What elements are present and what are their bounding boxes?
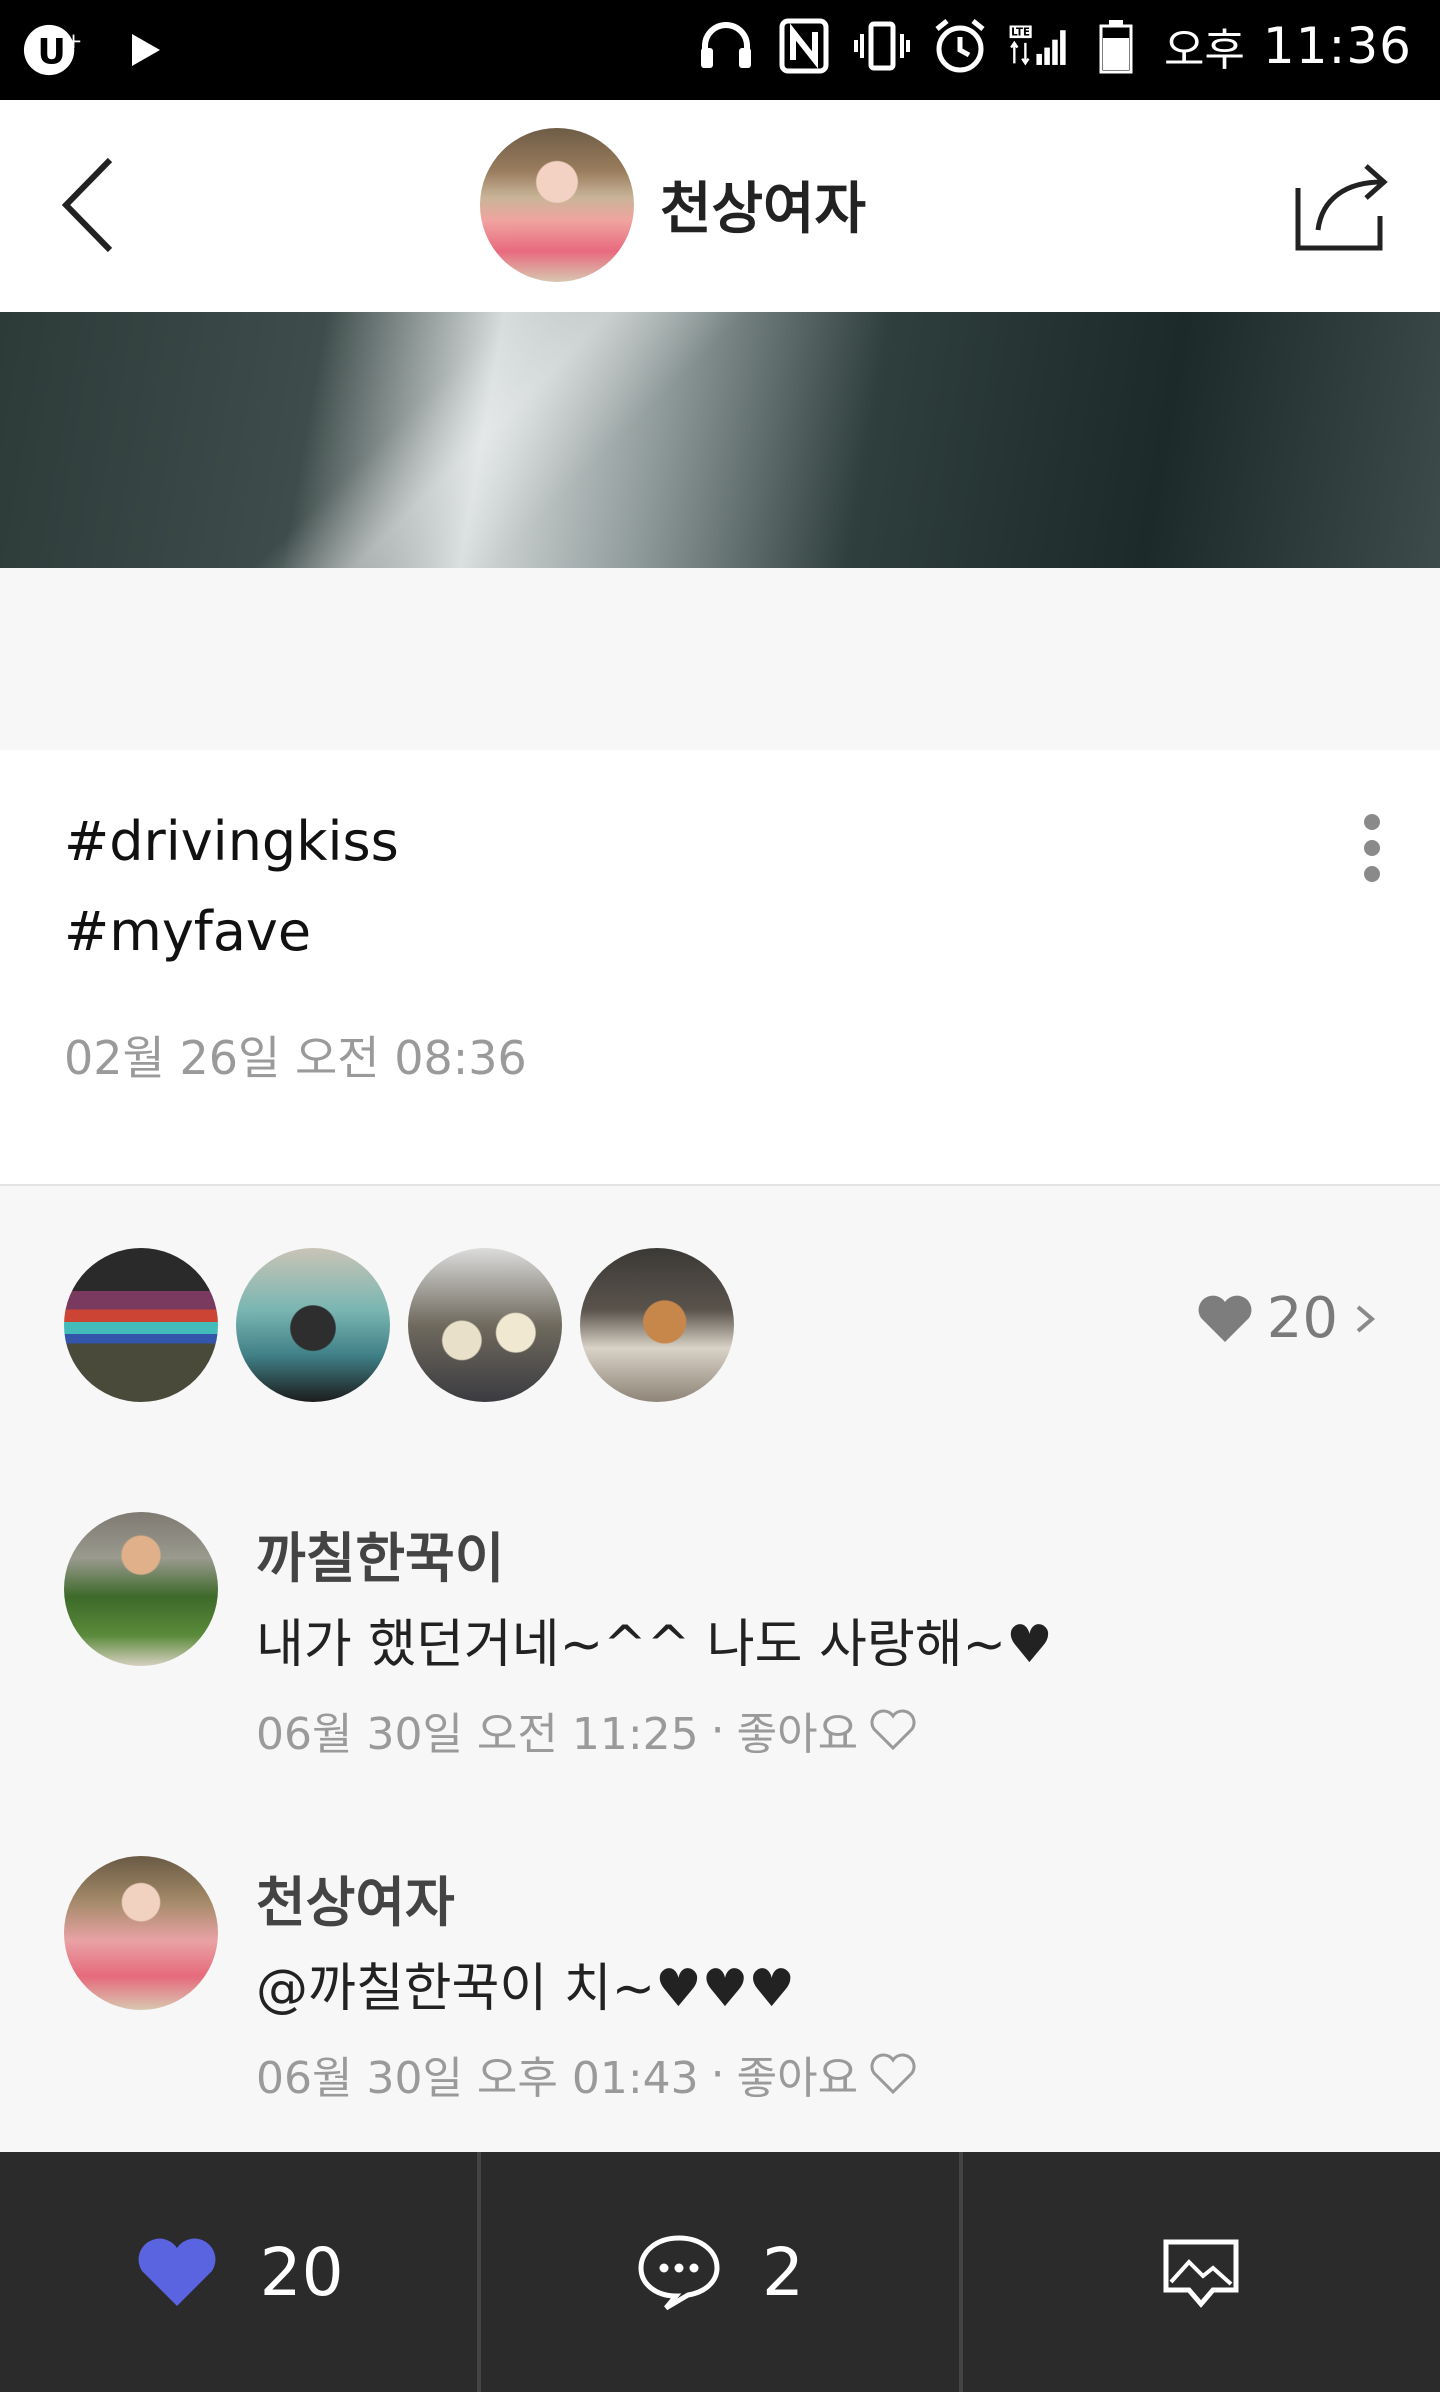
comment-like-label: 좋아요 [736,2053,859,2104]
uplus-icon: U + [22,18,82,82]
liker-avatar[interactable] [580,1248,734,1402]
comment-author-avatar[interactable] [64,1512,218,1666]
chevron-right-icon [1356,1304,1376,1333]
hashtag-link[interactable]: #drivingkiss [64,810,399,873]
comment-author[interactable]: 천상여자 [256,1858,455,1937]
share-icon [1295,164,1388,251]
more-vert-icon-dot [1364,866,1380,882]
chevron-left-icon [61,157,113,253]
comment-like-label: 좋아요 [736,1709,859,1760]
comments-list: 까칠한꾹이 내가 했던거네~^^ 나도 사랑해~♥ 06월 30일 오전 11:… [0,1464,1440,2154]
image-icon [1163,2239,1239,2308]
comment-text: 내가 했던거네~^^ 나도 사랑해~♥ [256,1615,1053,1675]
hashtag-link[interactable]: #myfave [64,900,311,963]
liker-avatar[interactable] [408,1248,562,1402]
comment-item: 천상여자 @까칠한꾹이 치~♥♥♥ 06월 30일 오후 01:43 · 좋아요 [0,1856,1440,2186]
gallery-button[interactable] [958,2152,1440,2392]
image-spacer [0,568,1440,750]
more-vert-icon [1364,814,1380,830]
liker-avatar[interactable] [64,1248,218,1402]
lte-signal-icon: LTE [1008,14,1068,78]
back-button[interactable] [50,150,140,260]
battery-icon [1086,14,1146,78]
profile-name[interactable]: 천상여자 [660,164,866,245]
likes-count-button[interactable]: 20 [1195,1286,1380,1351]
more-vert-icon-dot [1364,840,1380,856]
like-count: 20 [259,2233,344,2311]
heart-icon [138,2238,216,2306]
comment-meta: 06월 30일 오전 11:25 · 좋아요 [256,1698,918,1762]
liker-avatar[interactable] [236,1248,390,1402]
comment-count: 2 [761,2233,804,2311]
post-timestamp: 02월 26일 오전 08:36 [64,1031,527,1085]
heart-outline-icon [870,1709,916,1751]
post-image[interactable] [0,312,1440,568]
svg-text:U: U [37,33,65,73]
comment-like-button[interactable]: 좋아요 [737,2042,918,2106]
comment-item: 까칠한꾹이 내가 했던거네~^^ 나도 사랑해~♥ 06월 30일 오전 11:… [0,1512,1440,1842]
alarm-icon [930,14,990,78]
comment-button[interactable]: 2 [477,2152,958,2392]
comment-like-button[interactable]: 좋아요 [737,1698,918,1762]
likes-count: 20 [1266,1286,1338,1351]
status-time: 11:36 [1262,17,1412,75]
headset-icon [696,14,756,78]
speech-bubble-icon [638,2235,720,2311]
meta-separator: · [710,2048,725,2100]
svg-text:+: + [65,29,82,54]
profile-avatar[interactable] [480,128,634,282]
status-ampm: 오후 [1163,25,1245,76]
meta-separator: · [710,1704,725,1756]
comment-author[interactable]: 까칠한꾹이 [256,1514,504,1593]
comment-text: @까칠한꾹이 치~♥♥♥ [256,1959,795,2019]
comment-timestamp: 06월 30일 오전 11:25 [256,1709,699,1760]
comment-author-avatar[interactable] [64,1856,218,2010]
post-body: #drivingkiss #myfave 02월 26일 오전 08:36 [0,750,1440,1184]
heart-outline-icon [870,2053,916,2095]
comment-meta: 06월 30일 오후 01:43 · 좋아요 [256,2042,918,2106]
svg-text:LTE: LTE [1011,27,1030,39]
like-button[interactable]: 20 [0,2152,477,2392]
nfc-icon [774,14,834,78]
more-options-button[interactable] [1352,814,1392,904]
bottom-action-bar: 20 2 [0,2152,1440,2392]
app-header: 천상여자 [0,100,1440,312]
heart-icon [1198,1295,1252,1342]
status-bar: U + LTE 오후 11:36 [0,0,1440,100]
vibrate-icon [852,14,912,78]
play-icon [116,18,176,82]
likers-bar[interactable]: 20 [0,1184,1440,1466]
share-button[interactable] [1292,158,1392,254]
comment-timestamp: 06월 30일 오후 01:43 [256,2053,699,2104]
